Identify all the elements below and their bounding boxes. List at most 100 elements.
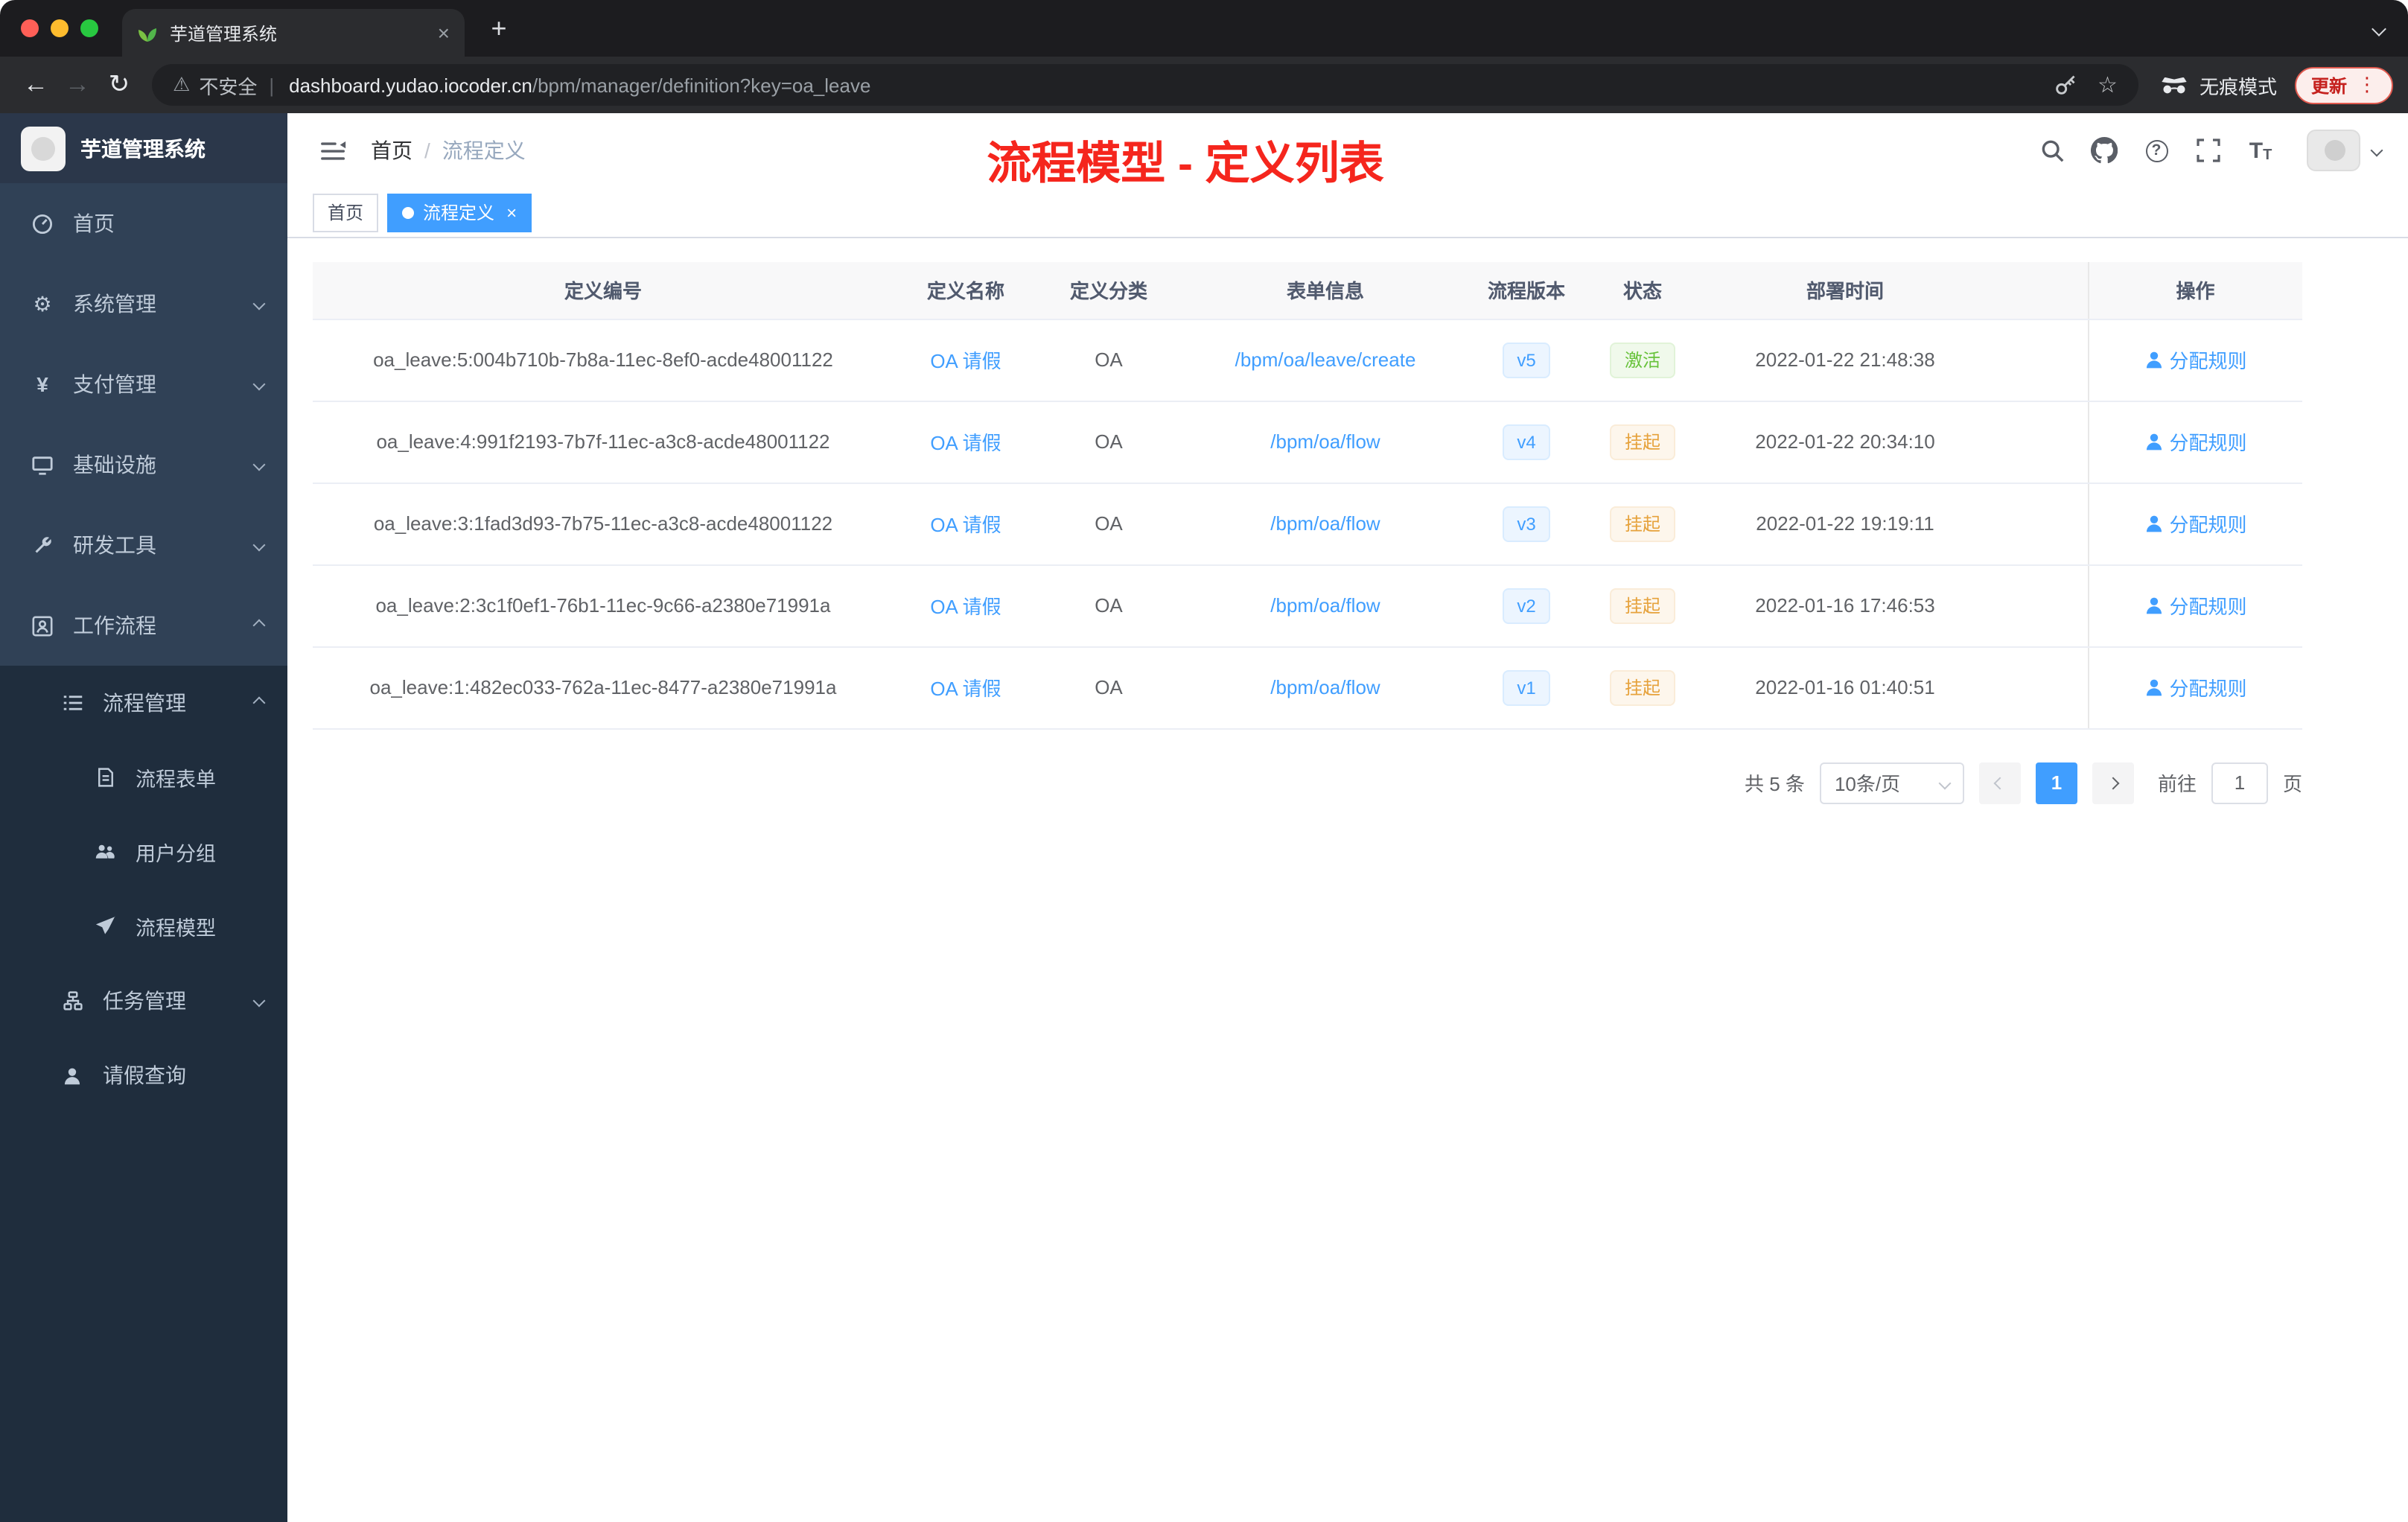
close-window-button[interactable] xyxy=(21,19,39,37)
search-icon[interactable] xyxy=(2034,133,2070,168)
sidebar-menu: 首页 ⚙ 系统管理 ¥ 支付管理 基础设施 研发工具 工作流程 流程管理 流程表… xyxy=(0,183,287,1522)
person-icon xyxy=(2146,433,2162,450)
sidebar-item-label: 首页 xyxy=(73,211,115,235)
browser-tab[interactable]: 芋道管理系统 × xyxy=(122,9,465,57)
form-link[interactable]: /bpm/oa/flow xyxy=(1270,676,1380,698)
assign-rule-button[interactable]: 分配规则 xyxy=(2144,673,2247,701)
sidebar-item-devtools[interactable]: 研发工具 xyxy=(0,505,287,585)
definition-name-link[interactable]: OA 请假 xyxy=(930,514,1001,536)
spacer-cell xyxy=(1987,319,2088,401)
paper-plane-icon xyxy=(92,916,118,937)
update-browser-button[interactable]: 更新 ⋮ xyxy=(2294,66,2393,104)
sidebar-item-system[interactable]: ⚙ 系统管理 xyxy=(0,264,287,344)
spacer-cell xyxy=(1987,401,2088,483)
help-icon[interactable]: ? xyxy=(2138,133,2174,168)
sidebar-logo[interactable]: 芋道管理系统 xyxy=(0,113,287,183)
workflow-icon xyxy=(30,614,55,637)
browser-toolbar: ← → ↻ ⚠ 不安全 | dashboard.yudao.iocoder.cn… xyxy=(0,57,2408,113)
definition-name-link[interactable]: OA 请假 xyxy=(930,678,1001,700)
tag-home[interactable]: 首页 xyxy=(313,193,379,232)
back-button[interactable]: ← xyxy=(15,64,57,106)
gear-icon: ⚙ xyxy=(33,291,52,315)
col-header-id: 定义编号 xyxy=(313,262,894,319)
new-tab-button[interactable]: + xyxy=(480,9,518,48)
sidebar-item-payment[interactable]: ¥ 支付管理 xyxy=(0,344,287,424)
page-size-value: 10条/页 xyxy=(1834,773,1901,795)
page-1-button[interactable]: 1 xyxy=(2035,762,2077,803)
sidebar-item-process-management[interactable]: 流程管理 xyxy=(0,666,287,740)
users-icon xyxy=(92,841,118,862)
assign-rule-label: 分配规则 xyxy=(2169,432,2247,454)
hamburger-icon[interactable] xyxy=(308,125,359,176)
avatar[interactable] xyxy=(2307,130,2360,171)
sidebar-item-user-group[interactable]: 用户分组 xyxy=(0,815,287,889)
tag-process-definition[interactable]: 流程定义 × xyxy=(387,193,532,232)
sidebar-item-label: 任务管理 xyxy=(103,989,186,1013)
sidebar-item-home[interactable]: 首页 xyxy=(0,183,287,264)
sidebar-item-process-model[interactable]: 流程模型 xyxy=(0,889,287,964)
tag-close-icon[interactable]: × xyxy=(506,203,517,221)
password-key-icon[interactable] xyxy=(2053,73,2077,97)
assign-rule-button[interactable]: 分配规则 xyxy=(2144,591,2247,620)
person-icon xyxy=(60,1066,85,1085)
deploy-time: 2022-01-22 19:19:11 xyxy=(1704,483,1987,565)
sidebar-item-leave-query[interactable]: 请假查询 xyxy=(0,1038,287,1112)
sidebar-item-task-management[interactable]: 任务管理 xyxy=(0,964,287,1038)
status-badge: 挂起 xyxy=(1609,506,1675,541)
definition-name-link[interactable]: OA 请假 xyxy=(930,432,1001,454)
form-link[interactable]: /bpm/oa/flow xyxy=(1270,594,1380,617)
github-icon[interactable] xyxy=(2086,133,2122,168)
version-badge: v4 xyxy=(1502,424,1551,459)
goto-page-input[interactable] xyxy=(2211,762,2268,803)
definition-name-link[interactable]: OA 请假 xyxy=(930,350,1001,372)
user-menu[interactable] xyxy=(2307,130,2383,171)
document-icon xyxy=(92,767,118,788)
menu-dots-icon[interactable]: ⋮ xyxy=(2357,73,2377,97)
sidebar-item-label: 系统管理 xyxy=(73,292,156,316)
tab-search-chevron-icon[interactable] xyxy=(2372,21,2386,36)
tags-view-bar: 首页 流程定义 × xyxy=(287,188,2408,238)
form-link[interactable]: /bpm/oa/flow xyxy=(1270,512,1380,535)
update-label: 更新 xyxy=(2310,75,2347,96)
chevron-down-icon xyxy=(252,378,266,391)
chevron-down-icon xyxy=(1938,776,1952,789)
spacer-cell xyxy=(1987,483,2088,565)
assign-rule-button[interactable]: 分配规则 xyxy=(2144,509,2247,538)
app-root: 芋道管理系统 首页 ⚙ 系统管理 ¥ 支付管理 基础设施 研发工具 工作流程 流… xyxy=(0,113,2408,1522)
form-link[interactable]: /bpm/oa/leave/create xyxy=(1235,348,1416,371)
bookmark-star-icon[interactable]: ☆ xyxy=(2098,71,2118,98)
breadcrumb: 首页 / 流程定义 xyxy=(371,136,526,165)
forward-button[interactable]: → xyxy=(57,64,98,106)
page-unit-label: 页 xyxy=(2282,773,2302,795)
definition-name-link[interactable]: OA 请假 xyxy=(930,596,1001,618)
definition-category: OA xyxy=(1038,401,1179,483)
col-header-form: 表单信息 xyxy=(1179,262,1471,319)
yen-icon: ¥ xyxy=(36,372,48,396)
chevron-down-icon xyxy=(252,297,266,311)
font-size-icon[interactable]: TT xyxy=(2243,133,2278,168)
reload-button[interactable]: ↻ xyxy=(98,64,140,106)
sidebar-item-infrastructure[interactable]: 基础设施 xyxy=(0,424,287,505)
total-count: 共 5 条 xyxy=(1745,773,1805,795)
tab-favicon-icon xyxy=(137,22,158,43)
next-page-button[interactable] xyxy=(2092,762,2134,803)
sidebar-item-process-form[interactable]: 流程表单 xyxy=(0,740,287,815)
security-label[interactable]: 不安全 xyxy=(199,71,257,99)
prev-page-button[interactable] xyxy=(1978,762,2021,803)
minimize-window-button[interactable] xyxy=(51,19,69,37)
tag-label: 首页 xyxy=(328,203,364,223)
zoom-window-button[interactable] xyxy=(80,19,98,37)
form-link[interactable]: /bpm/oa/flow xyxy=(1270,430,1380,453)
col-header-status: 状态 xyxy=(1582,262,1704,319)
assign-rule-button[interactable]: 分配规则 xyxy=(2144,427,2247,456)
tab-close-icon[interactable]: × xyxy=(438,22,450,43)
assign-rule-button[interactable]: 分配规则 xyxy=(2144,346,2247,374)
page-size-select[interactable]: 10条/页 xyxy=(1819,762,1964,803)
address-bar[interactable]: ⚠ 不安全 | dashboard.yudao.iocoder.cn /bpm/… xyxy=(152,64,2138,106)
fullscreen-icon[interactable] xyxy=(2191,133,2226,168)
sidebar-item-workflow[interactable]: 工作流程 xyxy=(0,585,287,666)
status-badge: 挂起 xyxy=(1609,588,1675,623)
sidebar-item-label: 工作流程 xyxy=(73,614,156,637)
monitor-icon xyxy=(30,453,55,476)
breadcrumb-home[interactable]: 首页 xyxy=(371,136,413,165)
